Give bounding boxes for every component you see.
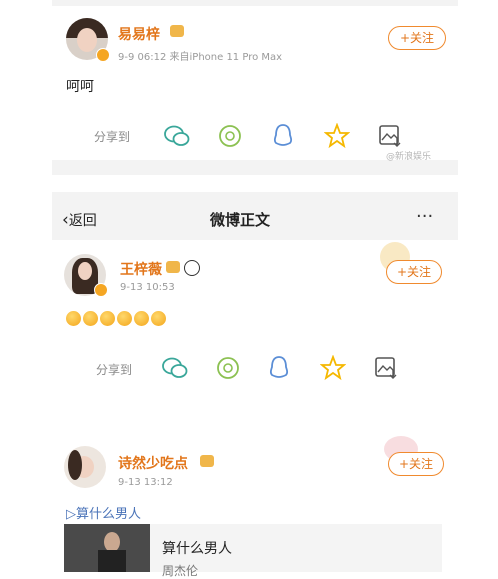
music-card[interactable]: 算什么男人 周杰伦 xyxy=(64,524,442,578)
qq-icon[interactable] xyxy=(268,355,290,381)
song-artist: 周杰伦 xyxy=(162,564,199,578)
crown-icon xyxy=(170,25,184,37)
share-label: 分享到 xyxy=(94,130,131,144)
page-title: 微博正文 xyxy=(210,211,271,229)
moments-icon[interactable] xyxy=(218,124,242,148)
song-title: 算什么男人 xyxy=(162,541,232,557)
crying-emoji-icon xyxy=(66,311,81,326)
emoji-row xyxy=(66,308,168,327)
watermark: @新浪娱乐 xyxy=(386,152,432,162)
post-body: 呵呵 xyxy=(66,79,94,95)
laughing-emoji-icon xyxy=(134,311,149,326)
follow-button[interactable]: +关注 xyxy=(388,26,446,50)
laughing-emoji-icon xyxy=(117,311,132,326)
album-cover xyxy=(64,524,150,572)
wechat-icon[interactable] xyxy=(164,124,190,148)
save-image-icon[interactable] xyxy=(378,124,402,148)
post-meta: 9-9 06:12 来自iPhone 11 Pro Max xyxy=(118,52,283,63)
follow-button[interactable]: +关注 xyxy=(386,260,442,284)
crying-emoji-icon xyxy=(100,311,115,326)
wechat-icon[interactable] xyxy=(162,356,188,380)
back-label: 返回 xyxy=(68,213,97,229)
save-image-icon[interactable] xyxy=(374,356,398,380)
music-link[interactable]: ▷算什么男人 xyxy=(66,503,141,522)
username[interactable]: 王梓薇 xyxy=(120,259,162,279)
username[interactable]: 诗然少吃点 xyxy=(118,453,188,473)
username[interactable]: 易易梓 xyxy=(118,24,160,44)
panda-icon xyxy=(184,260,200,276)
back-button[interactable]: ‹返回 xyxy=(62,210,97,230)
laughing-emoji-icon xyxy=(151,311,166,326)
avatar[interactable] xyxy=(64,446,106,488)
more-icon[interactable]: ··· xyxy=(416,206,433,227)
post-meta: 9-13 13:12 xyxy=(118,477,173,488)
post-card-1: 易易梓 9-9 06:12 来自iPhone 11 Pro Max +关注 呵呵… xyxy=(52,6,458,162)
crown-icon xyxy=(166,261,180,273)
qzone-icon[interactable] xyxy=(324,123,350,149)
qzone-icon[interactable] xyxy=(320,355,346,381)
crying-emoji-icon xyxy=(83,311,98,326)
crown-icon xyxy=(200,455,214,467)
verified-badge-icon xyxy=(94,283,108,297)
qq-icon[interactable] xyxy=(272,123,294,149)
post-meta: 9-13 10:53 xyxy=(120,282,175,293)
chevron-left-icon: ‹ xyxy=(62,210,69,230)
moments-icon[interactable] xyxy=(216,356,240,380)
share-label: 分享到 xyxy=(96,363,133,377)
follow-button[interactable]: +关注 xyxy=(388,452,444,476)
verified-badge-icon xyxy=(96,48,110,62)
